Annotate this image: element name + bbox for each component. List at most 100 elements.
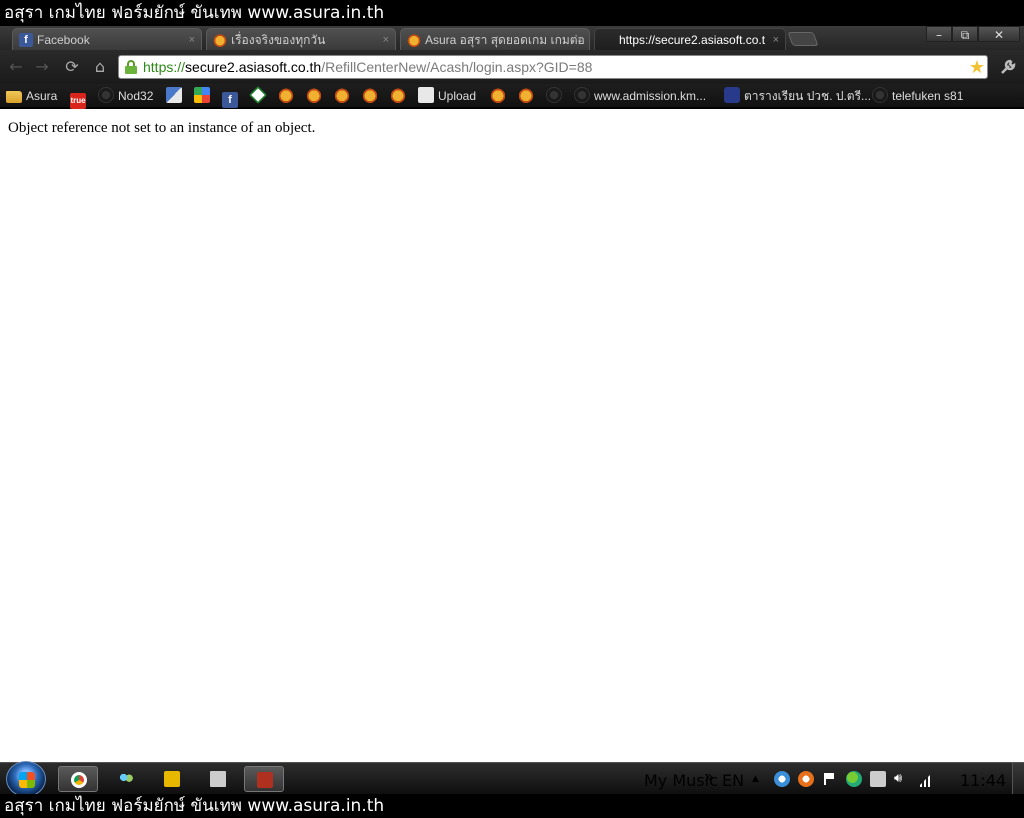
bookmark-asura-1[interactable] xyxy=(278,87,298,105)
true-icon: true xyxy=(70,93,86,109)
taskbar-app-yellow[interactable] xyxy=(152,766,192,792)
tab-title: https://secure2.asiasoft.co.t xyxy=(619,33,766,47)
url-scheme: https:// xyxy=(143,59,186,75)
tab-asiasoft[interactable]: https://secure2.asiasoft.co.t × xyxy=(594,28,786,50)
asura-icon xyxy=(213,33,227,47)
asura-icon xyxy=(390,87,406,103)
tab-close-icon[interactable]: × xyxy=(189,29,195,50)
bookmark-asura[interactable]: Asura xyxy=(6,87,57,105)
bookmark-google[interactable] xyxy=(194,87,214,105)
bookmark-asura-7[interactable] xyxy=(518,87,538,105)
close-button[interactable]: ✕ xyxy=(978,26,1020,42)
bookmark-diamond[interactable] xyxy=(248,85,270,105)
show-desktop-button[interactable] xyxy=(1012,763,1024,795)
gameindy-icon xyxy=(418,87,434,103)
url-host: secure2.asiasoft.co.th xyxy=(185,59,322,75)
globe-icon xyxy=(546,87,562,103)
bookmark-nod32[interactable]: Nod32 xyxy=(98,87,153,105)
game-icon xyxy=(164,771,180,787)
bookmark-asura-5[interactable] xyxy=(390,87,410,105)
top-banner: อสุรา เกมไทย ฟอร์มยักษ์ ขันเทพ www.asura… xyxy=(0,0,1024,26)
messenger-icon xyxy=(118,771,134,787)
bookmark-globe[interactable] xyxy=(546,87,566,105)
facebook-icon: f xyxy=(19,33,33,47)
taskbar-app-red[interactable] xyxy=(244,766,284,792)
forward-button[interactable]: → xyxy=(32,57,52,77)
asura-icon xyxy=(518,87,534,103)
wrench-menu-icon[interactable] xyxy=(998,58,1018,78)
bookmark-asura-4[interactable] xyxy=(362,87,382,105)
google-icon xyxy=(194,87,210,103)
taskbar-chrome[interactable] xyxy=(58,766,98,792)
bookmark-translate[interactable] xyxy=(166,87,186,105)
home-button[interactable]: ⌂ xyxy=(90,57,110,77)
school-logo-icon xyxy=(724,87,740,103)
tab-facebook[interactable]: f Facebook × xyxy=(12,28,202,50)
start-button[interactable] xyxy=(6,761,46,797)
volume-icon[interactable]: 🔊︎ xyxy=(894,771,910,787)
translate-icon xyxy=(166,87,182,103)
back-button[interactable]: ← xyxy=(6,57,26,77)
bookmark-telefuken[interactable]: telefuken s81 xyxy=(872,87,963,105)
tab-close-icon[interactable]: × xyxy=(383,29,389,50)
minimize-button[interactable]: – xyxy=(926,26,952,42)
monitor-icon xyxy=(210,771,226,787)
browser-toolbar: ← → ⟳ ⌂ https://secure2.asiasoft.co.th/R… xyxy=(0,50,1024,84)
bookmark-upload[interactable]: Upload xyxy=(418,87,476,105)
bookmarks-bar: Asura true Nod32 f Upload www.admission.… xyxy=(0,84,1024,109)
globe-icon xyxy=(872,87,888,103)
language-indicator[interactable]: EN xyxy=(722,771,744,790)
bookmark-star-icon[interactable]: ★ xyxy=(969,57,985,77)
tab-close-icon[interactable]: × xyxy=(577,29,583,50)
chrome-icon xyxy=(71,772,87,788)
bookmark-true[interactable]: true xyxy=(70,87,90,109)
page-content: Object reference not set to an instance … xyxy=(0,109,1024,762)
app-tray-icon[interactable] xyxy=(798,771,814,787)
tab-story[interactable]: เรื่องจริงของทุกวัน × xyxy=(206,28,396,50)
security-icon[interactable] xyxy=(846,771,862,787)
windows-logo-icon xyxy=(19,772,35,788)
asura-icon xyxy=(334,87,350,103)
bookmark-asura-6[interactable] xyxy=(490,87,510,105)
clock[interactable]: 11:44 xyxy=(960,771,1006,790)
taskbar: My Music » EN ▲ 🔊︎ 11:44 xyxy=(0,761,1024,797)
maximize-button[interactable]: ⧉ xyxy=(952,26,978,42)
reload-button[interactable]: ⟳ xyxy=(62,57,82,77)
asura-icon xyxy=(278,87,294,103)
tab-title: เรื่องจริงของทุกวัน xyxy=(231,33,326,47)
bookmark-facebook[interactable]: f xyxy=(222,87,242,108)
signal-strength-icon[interactable] xyxy=(918,771,934,787)
lock-icon xyxy=(125,60,137,74)
taskbar-remote[interactable] xyxy=(198,766,238,792)
device-icon[interactable] xyxy=(870,771,886,787)
globe-icon xyxy=(98,87,114,103)
tab-title: Facebook xyxy=(37,33,90,47)
window-controls: – ⧉ ✕ xyxy=(926,26,1020,44)
toolbar-chevron-icon[interactable]: » xyxy=(704,767,714,786)
error-message: Object reference not set to an instance … xyxy=(8,120,316,136)
facebook-icon: f xyxy=(222,92,238,108)
tab-close-icon[interactable]: × xyxy=(773,29,779,50)
asura-icon xyxy=(490,87,506,103)
asura-icon xyxy=(362,87,378,103)
bookmark-asura-3[interactable] xyxy=(334,87,354,105)
bookmark-timetable[interactable]: ตารางเรียน ปวช. ป.ตรี... xyxy=(724,87,871,105)
network-globe-icon[interactable] xyxy=(774,771,790,787)
show-hidden-icons[interactable]: ▲ xyxy=(752,774,759,784)
folder-icon xyxy=(6,91,22,103)
bookmark-admission[interactable]: www.admission.km... xyxy=(574,87,706,105)
tab-asura[interactable]: Asura อสุรา สุดยอดเกม เกมต่อ × xyxy=(400,28,590,50)
bottom-banner: อสุรา เกมไทย ฟอร์มยักษ์ ขันเทพ www.asura… xyxy=(0,794,1024,818)
url-path: /RefillCenterNew/Acash/login.aspx?GID=88 xyxy=(321,59,593,75)
bookmark-asura-2[interactable] xyxy=(306,87,326,105)
app-icon xyxy=(257,772,273,788)
tab-strip: f Facebook × เรื่องจริงของทุกวัน × Asura… xyxy=(0,26,1024,50)
address-bar[interactable]: https://secure2.asiasoft.co.th/RefillCen… xyxy=(118,55,988,79)
taskbar-messenger[interactable] xyxy=(106,766,146,792)
globe-icon xyxy=(574,87,590,103)
new-tab-button[interactable] xyxy=(787,32,819,46)
diamond-icon xyxy=(248,85,268,105)
action-center-flag-icon[interactable] xyxy=(822,771,838,787)
tab-title: Asura อสุรา สุดยอดเกม เกมต่อ xyxy=(425,33,585,47)
asura-icon xyxy=(407,33,421,47)
